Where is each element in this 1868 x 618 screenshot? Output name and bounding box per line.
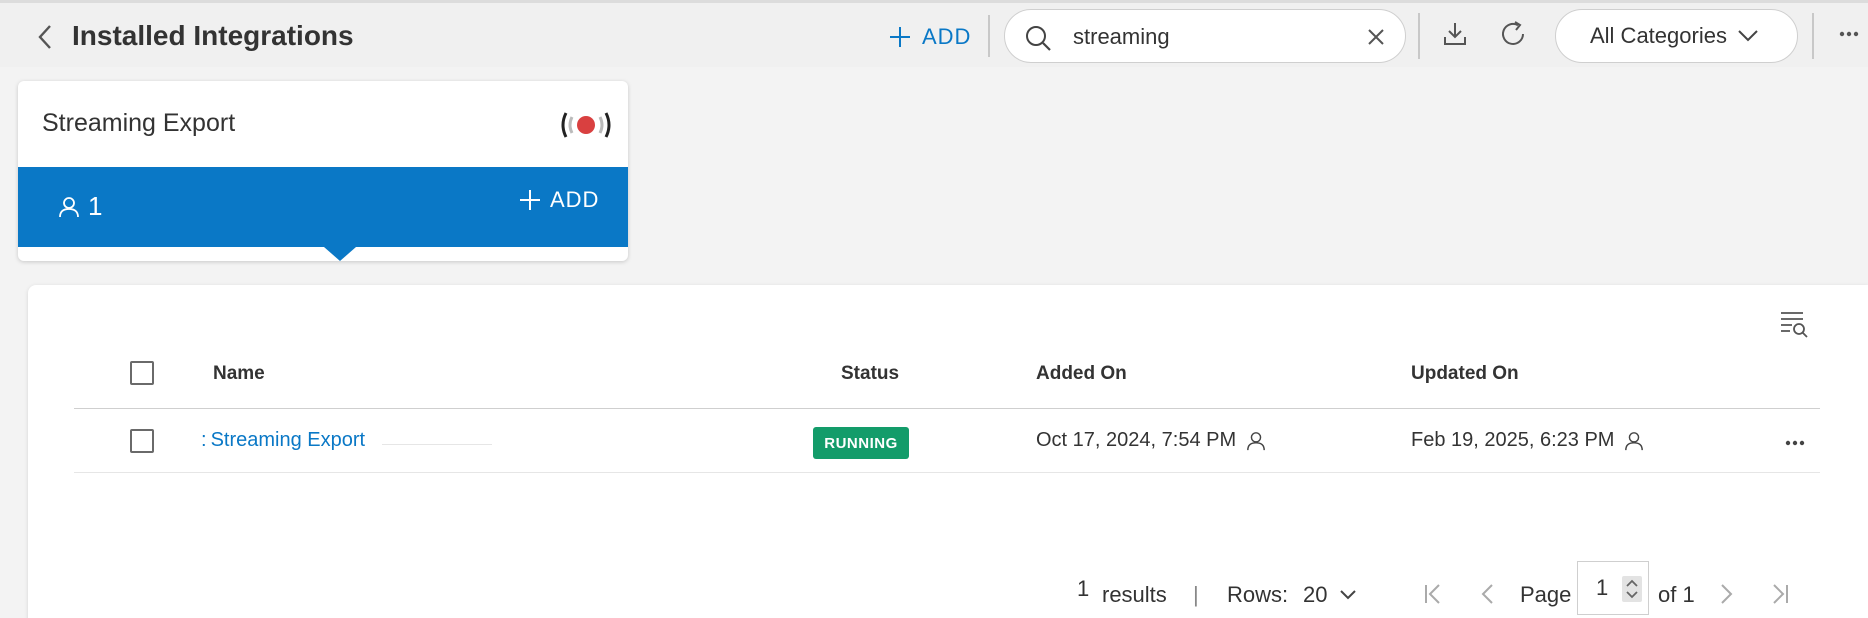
user-icon [59, 196, 79, 217]
instance-count-value: 1 [88, 191, 103, 221]
chevron-left-icon [38, 25, 51, 49]
category-select-value: All Categories [1590, 23, 1727, 48]
chevron-down-icon [1738, 30, 1758, 42]
plus-icon [520, 190, 540, 210]
rows-label: Rows: [1227, 582, 1289, 607]
first-page-icon [1425, 584, 1440, 604]
search-icon [1026, 26, 1051, 51]
previous-page-button[interactable] [1470, 577, 1504, 611]
back-button[interactable] [30, 19, 60, 55]
integration-card[interactable]: Streaming Export 1 ADD [18, 81, 628, 261]
select-all-checkbox[interactable] [130, 361, 154, 385]
chevron-left-icon [1481, 584, 1493, 604]
header-divider [1418, 13, 1420, 59]
plus-icon [890, 27, 910, 47]
integration-card-bar[interactable]: 1 ADD [18, 167, 628, 247]
page-number-value: 1 [1596, 575, 1609, 600]
last-page-icon [1773, 584, 1788, 604]
row-added-on: Oct 17, 2024, 7:54 PM [1036, 429, 1237, 451]
row-name-underline [382, 444, 492, 445]
last-page-button[interactable] [1763, 577, 1797, 611]
chevron-right-icon [1721, 584, 1733, 604]
ellipsis-icon [1785, 440, 1805, 446]
pagination-separator: | [1193, 582, 1199, 607]
refresh-icon [1502, 21, 1524, 45]
search-box[interactable] [1004, 9, 1406, 63]
column-header-added-on[interactable]: Added On [1036, 363, 1127, 385]
row-updated-on-cell: Feb 19, 2025, 6:23 PM [1411, 429, 1644, 452]
add-integration-button[interactable]: ADD [888, 19, 971, 55]
page-number-input[interactable]: 1 [1577, 561, 1649, 615]
user-icon[interactable] [1624, 431, 1644, 451]
column-header-updated-on[interactable]: Updated On [1411, 363, 1519, 385]
more-options-button[interactable] [1834, 17, 1864, 51]
status-badge: RUNNING [813, 427, 909, 459]
user-icon[interactable] [1246, 431, 1266, 451]
table-header: Name Status Added On Updated On [74, 345, 1820, 409]
row-name-prefix: : [201, 429, 207, 451]
add-integration-label: ADD [922, 24, 972, 49]
refresh-button[interactable] [1496, 17, 1530, 51]
row-checkbox[interactable] [130, 429, 154, 453]
page-label: Page [1520, 582, 1572, 607]
row-updated-on: Feb 19, 2025, 6:23 PM [1411, 429, 1615, 451]
clear-search-icon[interactable] [1363, 24, 1389, 50]
row-added-on-cell: Oct 17, 2024, 7:54 PM [1036, 429, 1266, 452]
row-actions-button[interactable] [1778, 429, 1812, 457]
results-label: results [1102, 582, 1167, 607]
download-icon [1444, 23, 1466, 45]
rows-per-page-value: 20 [1303, 582, 1328, 607]
search-input[interactable] [1073, 20, 1343, 54]
broadcast-status-icon [561, 112, 611, 138]
ellipsis-icon [1839, 31, 1859, 37]
column-header-status[interactable]: Status [841, 363, 899, 385]
add-instance-label: ADD [550, 187, 600, 212]
header-bar: Installed Integrations ADD All Categorie… [0, 3, 1868, 67]
category-select[interactable]: All Categories [1555, 9, 1798, 63]
instance-count[interactable]: 1 [58, 191, 102, 222]
page-spinner[interactable] [1622, 576, 1642, 602]
row-name-link[interactable]: Streaming Export [211, 429, 366, 452]
add-instance-button[interactable]: ADD [518, 187, 599, 213]
total-pages-label: of 1 [1658, 582, 1695, 607]
integration-card-title: Streaming Export [42, 109, 236, 137]
table-row[interactable]: : Streaming Export RUNNING Oct 17, 2024,… [74, 409, 1820, 473]
spinner-arrows-icon [1626, 579, 1638, 599]
column-filter-icon[interactable] [1779, 310, 1811, 338]
results-count: 1 [1077, 576, 1090, 601]
chevron-down-icon [1340, 590, 1357, 600]
download-button[interactable] [1438, 17, 1472, 51]
row-name-cell: : Streaming Export [201, 429, 365, 452]
rows-per-page-select[interactable]: 20 [1303, 575, 1357, 615]
first-page-button[interactable] [1416, 577, 1450, 611]
pagination-bar: 1 results | Rows: 20 Page 1 of 1 [0, 561, 1868, 615]
column-header-name[interactable]: Name [213, 363, 265, 385]
next-page-button[interactable] [1710, 577, 1744, 611]
page-title: Installed Integrations [72, 20, 354, 51]
header-divider [1812, 13, 1814, 59]
card-pointer [324, 247, 356, 261]
header-divider [988, 15, 990, 57]
